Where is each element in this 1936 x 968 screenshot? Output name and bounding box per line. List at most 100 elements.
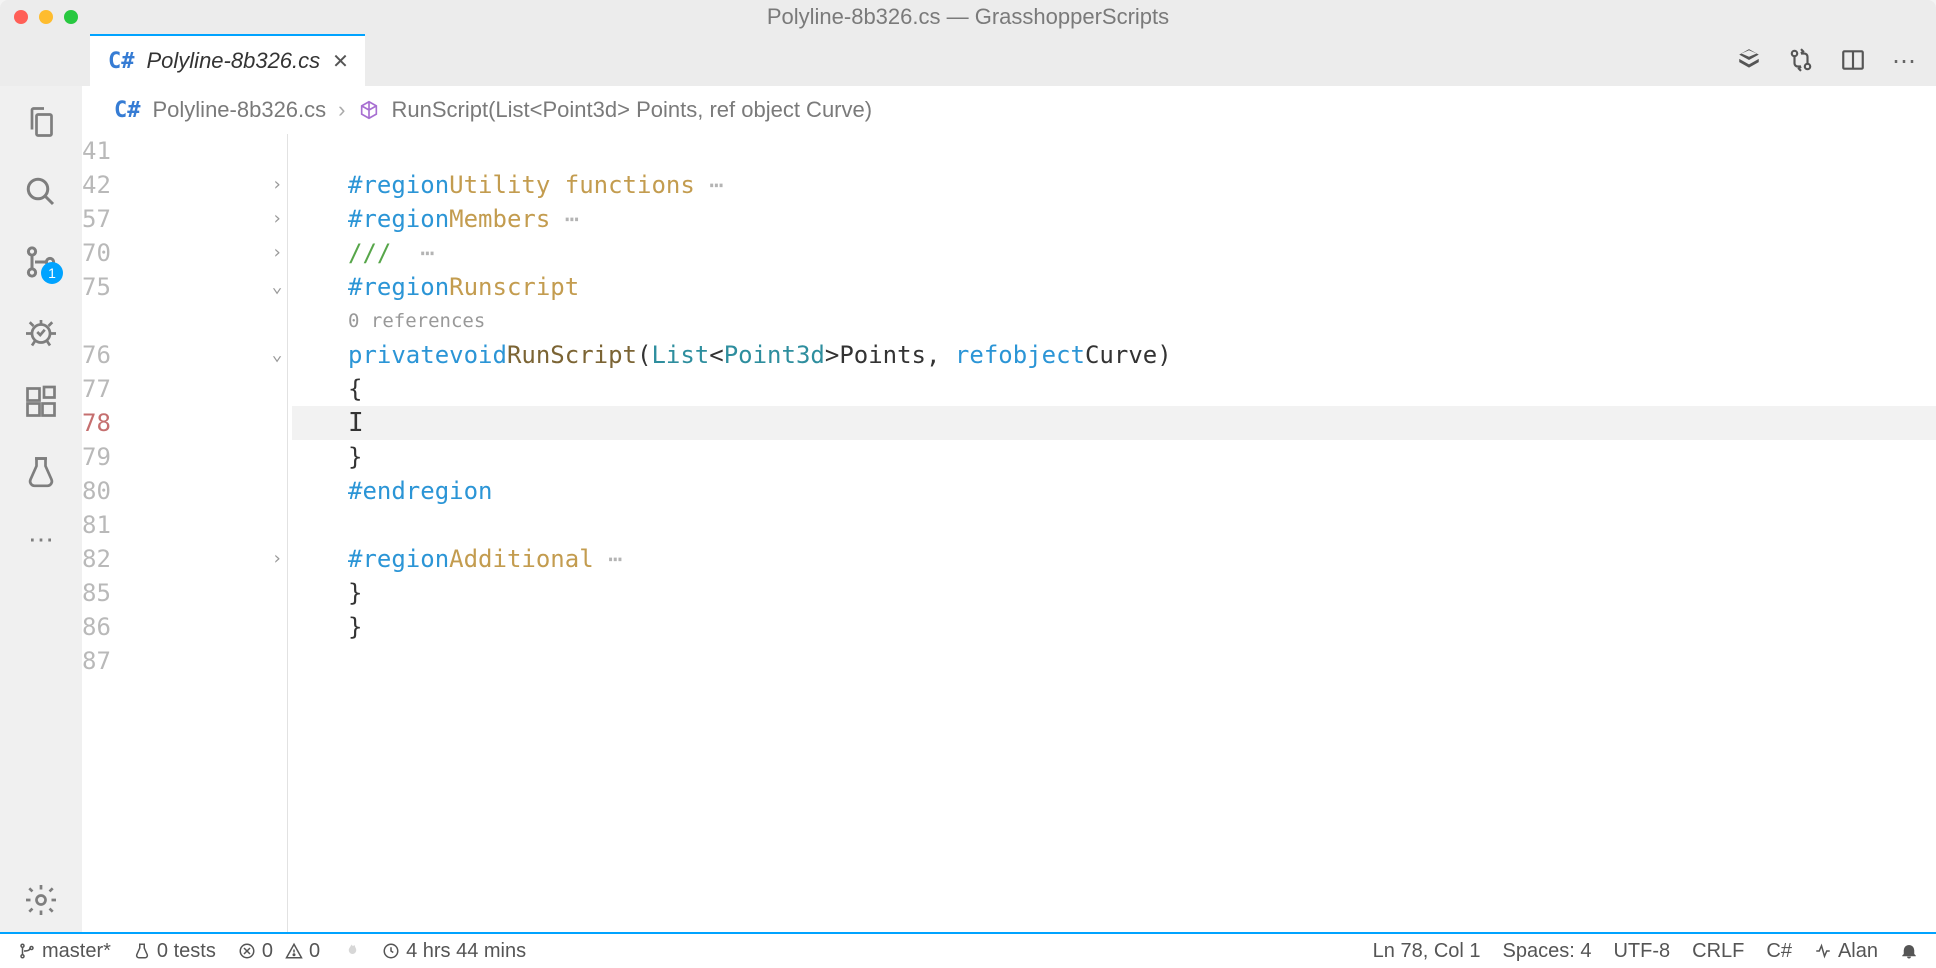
main-area: 1 ⋯ C# Polyline-8b326.cs › <box>0 86 1936 932</box>
scm-badge: 1 <box>41 262 63 284</box>
breadcrumb-separator-icon: › <box>338 97 345 123</box>
status-encoding[interactable]: UTF-8 <box>1613 940 1670 963</box>
code-line[interactable]: #endregion <box>292 474 1936 508</box>
testing-view-icon[interactable] <box>23 454 59 490</box>
fold-toggle <box>262 304 292 338</box>
title-bar: Polyline-8b326.cs — GrasshopperScripts <box>0 0 1936 34</box>
line-number: 75 <box>82 270 254 304</box>
status-time-tracking[interactable]: 4 hrs 44 mins <box>382 940 526 963</box>
fold-toggle[interactable]: › <box>262 202 292 236</box>
status-flame-icon[interactable] <box>342 942 360 960</box>
line-number: 80 <box>82 474 254 508</box>
line-number: 77 <box>82 372 254 406</box>
window-title: Polyline-8b326.cs — GrasshopperScripts <box>0 4 1936 30</box>
activity-bar: 1 ⋯ <box>0 86 82 932</box>
code-line[interactable]: /// ⋯ <box>292 236 1936 270</box>
explorer-view-icon[interactable] <box>23 104 59 140</box>
fold-toggle <box>262 576 292 610</box>
code-line[interactable]: #region Members ⋯ <box>292 202 1936 236</box>
language-badge: C# <box>108 49 135 74</box>
line-number: 76 <box>82 338 254 372</box>
breadcrumb-bar[interactable]: C# Polyline-8b326.cs › RunScript(List<Po… <box>82 86 1936 134</box>
line-number: 81 <box>82 508 254 542</box>
fold-toggle <box>262 610 292 644</box>
overflow-menu-icon[interactable]: ⋯ <box>28 524 54 555</box>
breadcrumb-file[interactable]: Polyline-8b326.cs <box>153 97 327 123</box>
tab-filename: Polyline-8b326.cs <box>147 48 321 74</box>
status-live-share[interactable]: Alan <box>1814 940 1878 963</box>
code-line[interactable] <box>292 644 1936 678</box>
line-number: 87 <box>82 644 254 678</box>
code-line[interactable]: #region Additional ⋯ <box>292 542 1936 576</box>
line-number: 42 <box>82 168 254 202</box>
code-line[interactable]: 0 references <box>292 304 1936 338</box>
code-content[interactable]: #region Utility functions ⋯ #region Memb… <box>292 134 1936 932</box>
code-line[interactable]: #region Runscript <box>292 270 1936 304</box>
code-line[interactable]: } <box>292 610 1936 644</box>
code-line[interactable] <box>292 508 1936 542</box>
line-number <box>82 304 254 338</box>
tab-bar-actions: ⋯ <box>1736 34 1918 86</box>
code-line[interactable]: private void RunScript(List<Point3d> Poi… <box>292 338 1936 372</box>
line-number: 41 <box>82 134 254 168</box>
fold-toggle <box>262 406 292 440</box>
status-eol[interactable]: CRLF <box>1692 940 1744 963</box>
fold-toggle <box>262 372 292 406</box>
vscode-window: Polyline-8b326.cs — GrasshopperScripts C… <box>0 0 1936 968</box>
search-view-icon[interactable] <box>23 174 59 210</box>
maximize-window-button[interactable] <box>64 10 78 24</box>
line-number: 82 <box>82 542 254 576</box>
status-problems[interactable]: 0 0 <box>238 940 320 963</box>
git-compare-icon[interactable] <box>1788 47 1814 73</box>
editor-tab-bar: C# Polyline-8b326.cs ✕ ⋯ <box>0 34 1936 86</box>
status-language-mode[interactable]: C# <box>1766 940 1792 963</box>
fold-toggle <box>262 474 292 508</box>
code-line[interactable]: #region Utility functions ⋯ <box>292 168 1936 202</box>
fold-toggle <box>262 508 292 542</box>
fold-toggle[interactable]: › <box>262 168 292 202</box>
line-number: 78 <box>82 406 254 440</box>
status-git-branch[interactable]: master* <box>18 940 111 963</box>
status-cursor-position[interactable]: Ln 78, Col 1 <box>1373 940 1481 963</box>
window-controls <box>14 10 78 24</box>
editor-tab-active[interactable]: C# Polyline-8b326.cs ✕ <box>90 34 365 86</box>
source-control-view-icon[interactable]: 1 <box>23 244 59 280</box>
line-number: 85 <box>82 576 254 610</box>
line-number: 86 <box>82 610 254 644</box>
code-line[interactable]: I <box>292 406 1936 440</box>
fold-toggle[interactable]: › <box>262 236 292 270</box>
folding-column: ›››⌄⌄› <box>262 134 292 932</box>
code-line[interactable] <box>292 134 1936 168</box>
split-editor-icon[interactable] <box>1840 47 1866 73</box>
line-number: 79 <box>82 440 254 474</box>
method-symbol-icon <box>358 99 380 121</box>
fold-toggle[interactable]: › <box>262 542 292 576</box>
fold-toggle <box>262 644 292 678</box>
status-tests[interactable]: 0 tests <box>133 940 216 963</box>
fold-toggle[interactable]: ⌄ <box>262 270 292 304</box>
minimize-window-button[interactable] <box>39 10 53 24</box>
text-cursor: I <box>348 406 364 440</box>
line-number: 57 <box>82 202 254 236</box>
close-window-button[interactable] <box>14 10 28 24</box>
fold-toggle <box>262 440 292 474</box>
fold-toggle[interactable]: ⌄ <box>262 338 292 372</box>
line-number: 70 <box>82 236 254 270</box>
editor-column: C# Polyline-8b326.cs › RunScript(List<Po… <box>82 86 1936 932</box>
debug-view-icon[interactable] <box>23 314 59 350</box>
code-editor[interactable]: 414257707576777879808182858687 ›››⌄⌄› #r… <box>82 134 1936 932</box>
more-actions-icon[interactable]: ⋯ <box>1892 47 1918 73</box>
code-line[interactable]: } <box>292 440 1936 474</box>
settings-gear-icon[interactable] <box>23 882 59 918</box>
status-indentation[interactable]: Spaces: 4 <box>1503 940 1592 963</box>
extensions-view-icon[interactable] <box>23 384 59 420</box>
source-control-diff-icon[interactable] <box>1736 47 1762 73</box>
fold-toggle <box>262 134 292 168</box>
code-line[interactable]: { <box>292 372 1936 406</box>
status-notifications-icon[interactable] <box>1900 942 1918 960</box>
status-bar: master* 0 tests 0 0 4 hrs 44 mins Ln 78,… <box>0 932 1936 968</box>
breadcrumb-symbol[interactable]: RunScript(List<Point3d> Points, ref obje… <box>392 97 873 123</box>
close-tab-icon[interactable]: ✕ <box>332 49 349 74</box>
line-number-gutter: 4142577075 76777879808182858687 <box>82 134 262 932</box>
code-line[interactable]: } <box>292 576 1936 610</box>
